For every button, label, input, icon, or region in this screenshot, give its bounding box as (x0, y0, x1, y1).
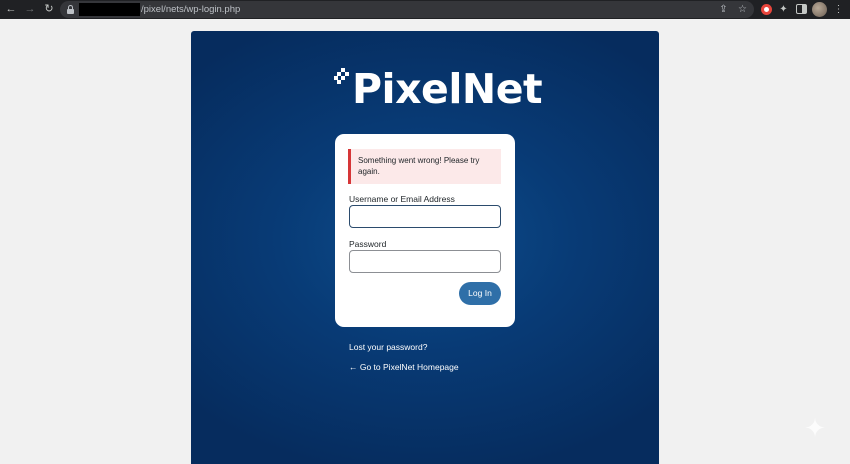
back-to-homepage-link[interactable]: ← Go to PixelNet Homepage (349, 362, 459, 372)
redacted-domain (79, 3, 140, 16)
star-icon[interactable]: ☆ (736, 3, 749, 16)
browser-toolbar: ← → ↻ /pixel/nets/wp-login.php ⇪ ☆ ✦ ⋮ (0, 0, 850, 19)
back-arrow-icon[interactable]: ← (4, 2, 18, 16)
forward-arrow-icon[interactable]: → (23, 2, 37, 16)
reload-icon[interactable]: ↻ (42, 2, 56, 16)
puzzle-icon[interactable]: ✦ (777, 3, 790, 16)
username-label: Username or Email Address (349, 194, 455, 204)
password-label: Password (349, 239, 387, 249)
red-circle-extension-icon[interactable] (760, 3, 773, 16)
login-button[interactable]: Log In (459, 282, 501, 305)
lock-icon[interactable] (67, 5, 74, 14)
logo-wordmark: PixelNet (352, 65, 543, 113)
error-notice: Something went wrong! Please try again. (348, 149, 501, 184)
share-icon[interactable]: ⇪ (717, 3, 730, 16)
sparkle-icon: ✦ (804, 413, 826, 443)
username-input[interactable] (349, 205, 501, 228)
side-panel-icon[interactable] (795, 3, 808, 16)
pixel-mark-icon (334, 68, 354, 114)
lost-password-link[interactable]: Lost your password? (349, 342, 427, 352)
url-text[interactable]: /pixel/nets/wp-login.php (141, 3, 240, 16)
kebab-menu-icon[interactable]: ⋮ (832, 3, 845, 16)
password-input[interactable] (349, 250, 501, 273)
avatar[interactable] (812, 2, 827, 17)
error-message: Something went wrong! Please try again. (358, 156, 480, 176)
address-bar[interactable]: /pixel/nets/wp-login.php ⇪ ☆ (60, 1, 754, 18)
login-card: Something went wrong! Please try again. … (335, 134, 515, 327)
pixelnet-logo[interactable]: PixelNet (334, 65, 543, 114)
